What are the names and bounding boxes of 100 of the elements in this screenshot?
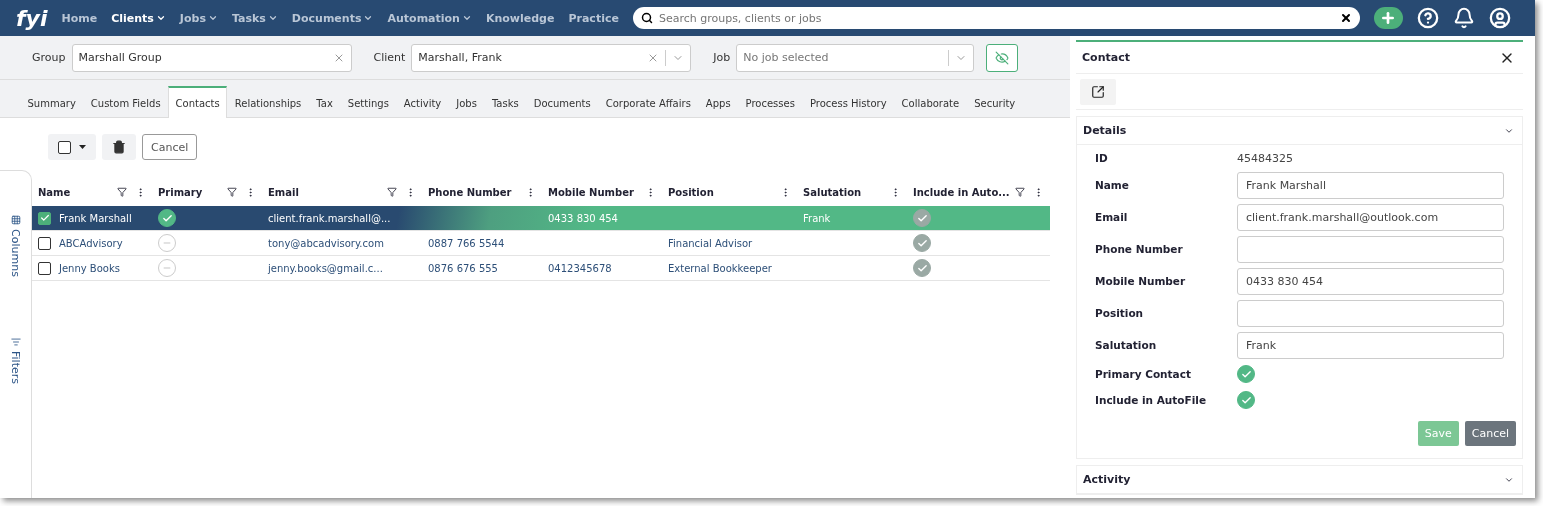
tab[interactable]: Settings [340, 86, 397, 118]
column-header[interactable]: Mobile Number [542, 186, 662, 198]
column-header[interactable]: Email [262, 186, 422, 198]
nav-item[interactable]: Home [61, 11, 98, 25]
checkbox[interactable] [38, 211, 51, 225]
caret-icon [155, 13, 166, 23]
checkbox-icon [58, 140, 71, 154]
name-cell: Frank Marshall [59, 212, 132, 224]
group-select[interactable]: Marshall Group [71, 43, 352, 72]
table-row[interactable]: Frank Marshall client.frank.marshall@... 0433 830 454 Frank [32, 206, 1050, 231]
tab[interactable]: Corporate Affairs [598, 86, 699, 118]
tab[interactable]: Tasks [484, 86, 527, 118]
job-label: Job [713, 51, 731, 64]
input-field[interactable] [1237, 235, 1504, 263]
search-field[interactable]: Search groups, clients or jobs [632, 7, 1360, 29]
filter-icon[interactable] [117, 187, 127, 197]
notifications-button[interactable] [1453, 7, 1475, 29]
nav-item[interactable]: Knowledge [485, 11, 555, 25]
column-header[interactable]: Name [32, 186, 152, 198]
filter-icon[interactable] [387, 187, 397, 197]
field-label: Mobile Number [1095, 275, 1187, 287]
tab[interactable]: Process History [802, 86, 895, 118]
caret-icon [267, 13, 278, 23]
name-cell: Jenny Books [59, 262, 120, 274]
field-label: Include in AutoFile [1095, 394, 1208, 406]
table-row[interactable]: Jenny Books jenny.books@gmail.c... 0876 676 555 0412345678 External Bookkeeper [32, 256, 1050, 281]
tab[interactable]: Processes [738, 86, 803, 118]
delete-button[interactable] [102, 134, 136, 160]
side-tab[interactable]: Columns [9, 215, 22, 277]
filter-icon[interactable] [1015, 187, 1025, 197]
input-field[interactable] [1237, 299, 1504, 327]
select-all-button[interactable] [48, 134, 96, 160]
email-cell: client.frank.marshall@... [268, 212, 391, 224]
caret-icon [461, 13, 472, 23]
logo[interactable]: fyi [16, 5, 48, 31]
nav-item[interactable]: Practice [568, 11, 619, 25]
filter-icon [10, 336, 21, 347]
caret-icon [79, 145, 86, 149]
column-header[interactable]: Position [662, 186, 797, 198]
nav-item[interactable]: Tasks [231, 11, 278, 25]
tab[interactable]: Custom Fields [83, 86, 169, 118]
input-field[interactable]: client.frank.marshall@outlook.com [1237, 203, 1504, 231]
tab[interactable]: Activity [396, 86, 449, 118]
search-icon [640, 12, 653, 24]
phone-cell: 0876 676 555 [428, 262, 498, 274]
tab[interactable]: Contacts [168, 86, 228, 118]
tab[interactable]: Collaborate [894, 86, 967, 118]
help-button[interactable] [1417, 7, 1439, 29]
email-cell: jenny.books@gmail.c... [268, 262, 383, 274]
checkbox[interactable] [38, 261, 51, 275]
hide-button[interactable] [986, 43, 1019, 72]
caret-icon [207, 13, 218, 23]
field-label: ID [1095, 152, 1109, 164]
tab[interactable]: Security [966, 86, 1023, 118]
tab[interactable]: Relationships [227, 86, 309, 118]
mobile-cell: 0412345678 [548, 262, 612, 274]
panel-title: Contact [1082, 51, 1130, 64]
field-label: Salutation [1095, 339, 1158, 351]
field-label: Phone Number [1095, 243, 1184, 255]
field-label: Name [1095, 179, 1130, 191]
field-label: Position [1095, 307, 1145, 319]
field-label: Email [1095, 211, 1129, 223]
help-icon [1417, 7, 1439, 29]
clear-icon[interactable] [1339, 12, 1352, 24]
name-cell: ABCAdvisory [59, 237, 123, 249]
filter-icon[interactable] [227, 187, 237, 197]
cancel-button[interactable]: Cancel [142, 134, 198, 160]
column-header[interactable]: Salutation [797, 186, 907, 198]
side-tab[interactable]: Filters [9, 336, 22, 384]
position-cell: Financial Advisor [668, 237, 753, 249]
tab[interactable]: Documents [526, 86, 599, 118]
tab[interactable]: Summary [20, 86, 84, 118]
job-select[interactable]: No job selected [736, 43, 975, 72]
open-external-button[interactable] [1080, 78, 1116, 105]
nav-item[interactable]: Jobs [179, 11, 218, 25]
input-field[interactable]: 0433 830 454 [1237, 267, 1504, 295]
add-button[interactable] [1373, 7, 1403, 29]
nav-item[interactable]: Clients [111, 11, 166, 25]
table-row[interactable]: ABCAdvisory tony@abcadvisory.com 0887 766 5544 Financial Advisor [32, 231, 1050, 256]
cancel-button[interactable]: Cancel [1464, 421, 1516, 446]
column-header[interactable]: Phone Number [422, 186, 542, 198]
column-header[interactable]: Include in Auto... [907, 186, 1050, 198]
salutation-cell: Frank [803, 212, 831, 224]
column-header[interactable]: Primary [152, 186, 262, 198]
mobile-cell: 0433 830 454 [548, 212, 618, 224]
input-field[interactable]: Frank Marshall [1237, 171, 1504, 199]
trash-icon [112, 140, 126, 154]
plus-icon [1380, 10, 1397, 26]
email-cell: tony@abcadvisory.com [268, 237, 384, 249]
field-label: Primary Contact [1095, 368, 1192, 380]
group-label: Group [32, 51, 66, 64]
user-button[interactable] [1489, 7, 1511, 29]
tab[interactable]: Apps [698, 86, 739, 118]
input-field[interactable]: Frank [1237, 331, 1504, 359]
tab[interactable]: Tax [308, 86, 341, 118]
tab[interactable]: Jobs [448, 86, 485, 118]
external-link-icon [1091, 84, 1105, 99]
nav-item[interactable]: Automation [387, 11, 472, 25]
nav-item[interactable]: Documents [291, 11, 374, 25]
checkbox[interactable] [38, 236, 51, 250]
